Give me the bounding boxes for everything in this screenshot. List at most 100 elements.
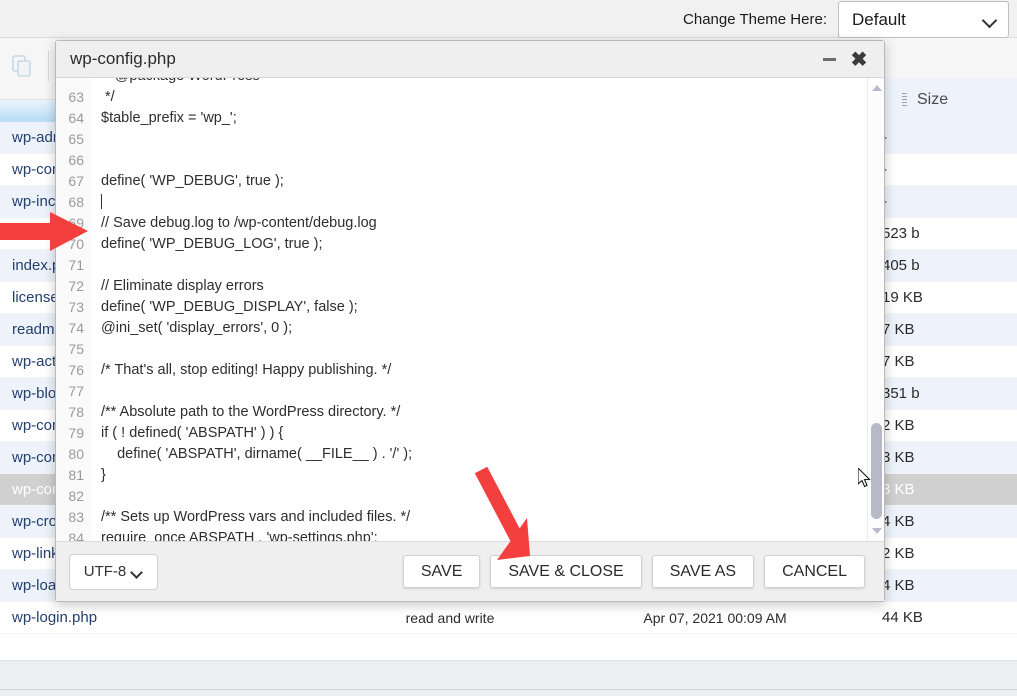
code-text: /** Sets up WordPress vars and included … (101, 509, 411, 525)
code-lines-container: * @package WordPress63 */64$table_prefix… (56, 78, 867, 541)
code-line[interactable]: 71 (56, 255, 867, 276)
code-text: // Eliminate display errors (101, 278, 264, 294)
column-header-size-label: Size (917, 91, 949, 108)
code-line[interactable]: 75 (56, 339, 867, 360)
copy-icon[interactable] (2, 46, 42, 86)
line-number: 84 (56, 528, 92, 541)
theme-select-value: Default (852, 9, 906, 29)
code-text: */ (101, 89, 115, 105)
mouse-cursor (858, 468, 871, 488)
line-number: 71 (56, 255, 92, 276)
dialog-title-bar[interactable]: wp-config.php ✖ (56, 41, 884, 78)
code-line[interactable]: 82 (56, 486, 867, 507)
encoding-value: UTF-8 (83, 563, 127, 580)
column-resize-handle-icon[interactable] (902, 93, 907, 107)
line-number: 73 (56, 297, 92, 318)
code-line[interactable]: 77 (56, 381, 867, 402)
code-line[interactable]: 63 */ (56, 87, 867, 108)
encoding-select[interactable]: UTF-8 (69, 553, 158, 590)
theme-switcher: Change Theme Here: Default (683, 1, 1009, 38)
code-text: define( 'WP_DEBUG_LOG', true ); (101, 236, 323, 252)
line-number: 82 (56, 486, 92, 507)
code-text: if ( ! defined( 'ABSPATH' ) ) { (101, 425, 284, 441)
minimize-icon[interactable] (814, 45, 844, 73)
code-text: /** Absolute path to the WordPress direc… (101, 404, 401, 420)
code-line[interactable]: 72 // Eliminate display errors (56, 276, 867, 297)
code-text: define( 'ABSPATH', dirname( __FILE__ ) .… (101, 446, 413, 462)
code-line[interactable]: 76 /* That's all, stop editing! Happy pub… (56, 360, 867, 381)
line-number: 66 (56, 150, 92, 171)
line-number: 78 (56, 402, 92, 423)
line-number: 76 (56, 360, 92, 381)
close-icon[interactable]: ✖ (844, 45, 874, 73)
line-number: 83 (56, 507, 92, 528)
code-text: /* That's all, stop editing! Happy publi… (101, 362, 392, 378)
code-text: @ini_set( 'display_errors', 0 ); (101, 320, 293, 336)
code-line[interactable]: 64 $table_prefix = 'wp_'; (56, 108, 867, 129)
scrollbar-thumb[interactable] (871, 423, 882, 519)
line-number: 63 (56, 87, 92, 108)
code-line[interactable]: 66 (56, 150, 867, 171)
save-button[interactable]: SAVE (402, 555, 481, 588)
code-text: define( 'WP_DEBUG', true ); (101, 173, 284, 189)
code-line[interactable]: 81} (56, 465, 867, 486)
code-line[interactable]: 65 (56, 129, 867, 150)
save-as-button[interactable]: SAVE AS (651, 555, 755, 588)
chevron-down-icon (983, 15, 997, 24)
cancel-button[interactable]: CANCEL (764, 555, 865, 588)
line-number: 69 (56, 213, 92, 234)
code-text: require_once ABSPATH . 'wp-settings.php'… (101, 530, 378, 541)
code-line[interactable]: 73 define( 'WP_DEBUG_DISPLAY', false ); (56, 297, 867, 318)
line-number: 72 (56, 276, 92, 297)
app-root: Change Theme Here: Default Size wp-admin… (0, 0, 1017, 696)
table-row[interactable]: wp-login.php read and write Apr 07, 2021 0… (0, 602, 1017, 634)
toolbar-divider (48, 51, 49, 81)
code-line[interactable]: * @package WordPress (56, 78, 867, 87)
line-number (56, 78, 92, 87)
save-and-close-button[interactable]: SAVE & CLOSE (490, 555, 642, 588)
line-number: 68 (56, 192, 92, 213)
code-line[interactable]: 69 // Save debug.log to /wp-content/debug… (56, 213, 867, 234)
theme-select[interactable]: Default (838, 1, 1009, 38)
code-text: define( 'WP_DEBUG_DISPLAY', false ); (101, 299, 358, 315)
status-bar (0, 660, 1017, 696)
code-line[interactable]: 83 /** Sets up WordPress vars and include… (56, 507, 867, 528)
code-text (92, 192, 102, 213)
code-text: $table_prefix = 'wp_'; (101, 110, 237, 126)
code-line[interactable]: 68 (56, 192, 867, 213)
column-header-size[interactable]: Size (880, 78, 1017, 122)
code-line[interactable]: 79 if ( ! defined( 'ABSPATH' ) ) { (56, 423, 867, 444)
scroll-up-arrow-icon[interactable] (868, 80, 884, 96)
code-line[interactable]: 67 define( 'WP_DEBUG', true ); (56, 171, 867, 192)
line-number: 67 (56, 171, 92, 192)
file-permission-cell: read and write (405, 609, 495, 626)
scroll-down-arrow-icon[interactable] (868, 523, 884, 539)
line-number: 70 (56, 234, 92, 255)
top-bar: Change Theme Here: Default (0, 0, 1017, 38)
code-text: // Save debug.log to /wp-content/debug.l… (101, 215, 377, 231)
code-editor[interactable]: * @package WordPress63 */64$table_prefix… (56, 78, 867, 541)
code-text: } (101, 467, 106, 483)
file-name-cell: wp-login.php (12, 609, 98, 626)
line-number: 75 (56, 339, 92, 360)
file-size-cell: 44 KB (882, 609, 923, 626)
code-line[interactable]: 84 require_once ABSPATH . 'wp-settings.ph… (56, 528, 867, 541)
code-text: * @package WordPress (92, 78, 260, 87)
line-number: 74 (56, 318, 92, 339)
line-number: 77 (56, 381, 92, 402)
line-number: 80 (56, 444, 92, 465)
code-line[interactable]: 80 define( 'ABSPATH', dirname( __FILE__ … (56, 444, 867, 465)
code-line[interactable]: 78 /** Absolute path to the WordPress dir… (56, 402, 867, 423)
code-line[interactable]: 74 @ini_set( 'display_errors', 0 ); (56, 318, 867, 339)
line-number: 65 (56, 129, 92, 150)
code-line[interactable]: 70 define( 'WP_DEBUG_LOG', true ); (56, 234, 867, 255)
dialog-title: wp-config.php (70, 49, 176, 68)
line-number: 81 (56, 465, 92, 486)
line-number: 64 (56, 108, 92, 129)
file-editor-dialog: wp-config.php ✖ * @package WordPress63 *… (55, 40, 885, 602)
file-date-cell: Apr 07, 2021 00:09 AM (643, 609, 787, 626)
theme-label: Change Theme Here: (683, 11, 827, 28)
chevron-down-icon (132, 568, 143, 575)
dialog-body: * @package WordPress63 */64$table_prefix… (56, 78, 884, 541)
dialog-button-group: SAVE SAVE & CLOSE SAVE AS CANCEL (402, 555, 865, 588)
